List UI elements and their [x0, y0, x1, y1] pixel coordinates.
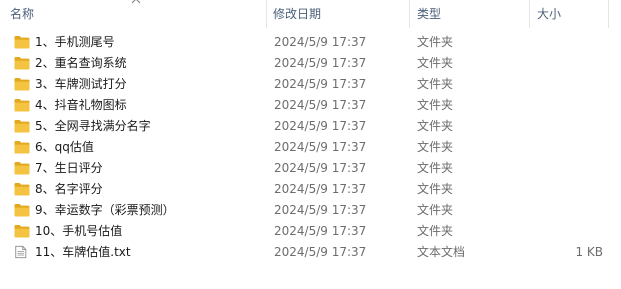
type-cell: 文件夹	[417, 119, 454, 133]
date-cell: 2024/5/9 17:37	[274, 98, 367, 112]
column-header-date[interactable]: 修改日期	[273, 0, 321, 28]
file-name: 11、车牌估值.txt	[35, 245, 131, 259]
date-cell: 2024/5/9 17:37	[274, 161, 367, 175]
file-name: 10、手机号估值	[35, 224, 123, 238]
name-cell: 7、生日评分	[14, 158, 264, 179]
folder-icon	[14, 78, 30, 91]
file-row[interactable]: 2、重名查询系统 2024/5/9 17:37 文件夹	[0, 53, 621, 74]
type-cell: 文件夹	[417, 182, 454, 196]
folder-icon	[14, 120, 30, 133]
file-name: 9、幸运数字（彩票预测）	[35, 203, 175, 217]
size-cell	[530, 179, 603, 200]
name-cell: 1、手机测尾号	[14, 32, 264, 53]
name-cell: 4、抖音礼物图标	[14, 95, 264, 116]
type-cell: 文件夹	[417, 56, 454, 70]
file-name: 1、手机测尾号	[35, 35, 115, 49]
file-list: 1、手机测尾号 2024/5/9 17:37 文件夹 2、重名查询系统 2024…	[0, 32, 621, 263]
column-header-type[interactable]: 类型	[417, 0, 441, 28]
size-cell	[530, 53, 603, 74]
file-row[interactable]: 7、生日评分 2024/5/9 17:37 文件夹	[0, 158, 621, 179]
size-cell	[530, 221, 603, 242]
type-cell: 文件夹	[417, 77, 454, 91]
type-cell: 文件夹	[417, 161, 454, 175]
name-cell: 6、qq估值	[14, 137, 264, 158]
column-divider[interactable]	[266, 0, 267, 28]
file-row[interactable]: 3、车牌测试打分 2024/5/9 17:37 文件夹	[0, 74, 621, 95]
file-name: 3、车牌测试打分	[35, 77, 127, 91]
type-cell: 文本文档	[417, 245, 466, 259]
date-cell: 2024/5/9 17:37	[274, 224, 367, 238]
size-cell	[530, 95, 603, 116]
name-cell: 11、车牌估值.txt	[14, 242, 264, 263]
type-cell: 文件夹	[417, 203, 454, 217]
name-cell: 8、名字评分	[14, 179, 264, 200]
file-name: 6、qq估值	[35, 140, 94, 154]
file-name: 5、全网寻找满分名字	[35, 119, 151, 133]
file-row[interactable]: 11、车牌估值.txt 2024/5/9 17:37 文本文档 1 KB	[0, 242, 621, 263]
file-row[interactable]: 4、抖音礼物图标 2024/5/9 17:37 文件夹	[0, 95, 621, 116]
file-row[interactable]: 1、手机测尾号 2024/5/9 17:37 文件夹	[0, 32, 621, 53]
size-cell	[530, 74, 603, 95]
name-cell: 9、幸运数字（彩票预测）	[14, 200, 264, 221]
file-row[interactable]: 8、名字评分 2024/5/9 17:37 文件夹	[0, 179, 621, 200]
size-cell	[530, 158, 603, 179]
name-cell: 3、车牌测试打分	[14, 74, 264, 95]
folder-icon	[14, 204, 30, 217]
file-row[interactable]: 9、幸运数字（彩票预测） 2024/5/9 17:37 文件夹	[0, 200, 621, 221]
column-divider[interactable]	[529, 0, 530, 28]
date-cell: 2024/5/9 17:37	[274, 203, 367, 217]
date-cell: 2024/5/9 17:37	[274, 56, 367, 70]
column-header-size[interactable]: 大小	[537, 0, 561, 28]
type-cell: 文件夹	[417, 140, 454, 154]
size-cell	[530, 200, 603, 221]
file-name: 4、抖音礼物图标	[35, 98, 127, 112]
file-row[interactable]: 10、手机号估值 2024/5/9 17:37 文件夹	[0, 221, 621, 242]
column-header-name[interactable]: 名称	[10, 0, 34, 28]
name-cell: 10、手机号估值	[14, 221, 264, 242]
folder-icon	[14, 57, 30, 70]
folder-icon	[14, 99, 30, 112]
date-cell: 2024/5/9 17:37	[274, 35, 367, 49]
folder-icon	[14, 162, 30, 175]
size-cell	[530, 32, 603, 53]
name-cell: 5、全网寻找满分名字	[14, 116, 264, 137]
folder-icon	[14, 36, 30, 49]
file-name: 8、名字评分	[35, 182, 103, 196]
date-cell: 2024/5/9 17:37	[274, 140, 367, 154]
column-divider[interactable]	[608, 0, 609, 28]
size-cell	[530, 137, 603, 158]
size-cell: 1 KB	[575, 245, 603, 259]
text-file-icon	[15, 245, 27, 259]
size-cell	[530, 116, 603, 137]
type-cell: 文件夹	[417, 35, 454, 49]
folder-icon	[14, 141, 30, 154]
column-header-bar: 名称 修改日期 类型 大小	[0, 0, 621, 28]
column-divider[interactable]	[409, 0, 410, 28]
type-cell: 文件夹	[417, 224, 454, 238]
file-name: 2、重名查询系统	[35, 56, 127, 70]
folder-icon	[14, 225, 30, 238]
file-row[interactable]: 6、qq估值 2024/5/9 17:37 文件夹	[0, 137, 621, 158]
folder-icon	[14, 183, 30, 196]
sort-ascending-icon	[131, 0, 141, 4]
file-name: 7、生日评分	[35, 161, 103, 175]
type-cell: 文件夹	[417, 98, 454, 112]
date-cell: 2024/5/9 17:37	[274, 245, 367, 259]
date-cell: 2024/5/9 17:37	[274, 182, 367, 196]
name-cell: 2、重名查询系统	[14, 53, 264, 74]
date-cell: 2024/5/9 17:37	[274, 119, 367, 133]
date-cell: 2024/5/9 17:37	[274, 77, 367, 91]
file-row[interactable]: 5、全网寻找满分名字 2024/5/9 17:37 文件夹	[0, 116, 621, 137]
